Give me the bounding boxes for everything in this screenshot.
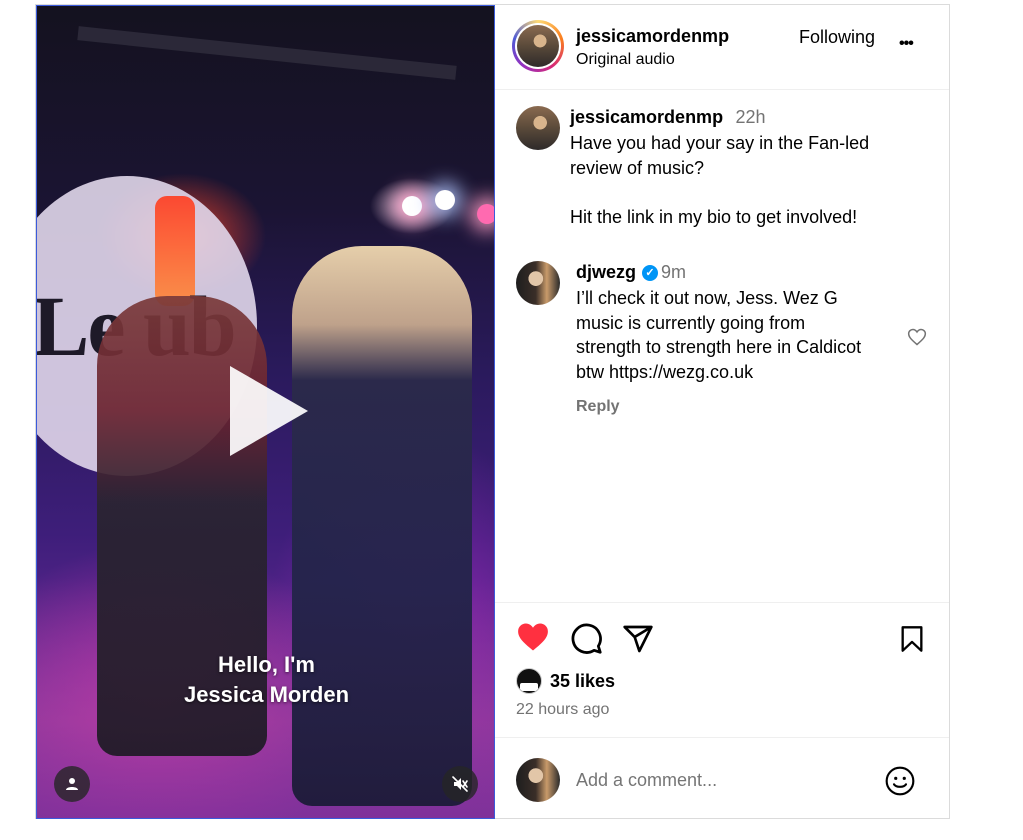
avatar — [517, 25, 559, 67]
stage-light — [402, 196, 422, 216]
comment-line: strength to strength here in Caldicot — [576, 337, 862, 357]
stage-light — [477, 204, 494, 224]
following-button[interactable]: Following — [799, 27, 875, 48]
comment-icon[interactable] — [570, 622, 603, 655]
person-right — [292, 246, 472, 806]
post-actions: 35 likes 22 hours ago — [495, 602, 949, 737]
reply-button[interactable]: Reply — [576, 398, 620, 416]
post-side-panel: jessicamordenmp Original audio Following… — [495, 5, 949, 819]
like-comment-heart-icon[interactable] — [907, 327, 927, 347]
comment-line: I’ll check it out now, Jess. Wez G — [576, 288, 838, 308]
caption-time[interactable]: 22h — [736, 107, 766, 127]
commenter-avatar[interactable] — [516, 261, 560, 305]
reel-video[interactable]: Le ub Hello, I'm Jessica Morden — [36, 5, 495, 819]
comments-area: jessicamordenmp 22h Have you had your sa… — [495, 90, 949, 602]
likes-count[interactable]: 35 likes — [550, 671, 615, 692]
comment-line[interactable]: btw https://wezg.co.uk — [576, 360, 753, 385]
share-icon[interactable] — [622, 623, 654, 655]
comment-time[interactable]: 9m — [661, 262, 686, 282]
comment-line: music is currently going from — [576, 313, 806, 333]
add-comment-bar — [495, 737, 949, 819]
add-comment-input[interactable] — [576, 768, 866, 792]
post-header: jessicamordenmp Original audio Following… — [495, 5, 949, 90]
verified-badge-icon: ✓ — [642, 264, 659, 281]
stage-truss — [77, 26, 457, 80]
bookmark-icon[interactable] — [898, 624, 926, 654]
video-caption-line1: Hello, I'm — [218, 652, 315, 677]
audio-label[interactable]: Original audio — [576, 51, 675, 69]
caption-header: jessicamordenmp 22h — [570, 107, 766, 128]
heart-filled-icon[interactable] — [515, 620, 551, 654]
person-icon — [66, 778, 78, 790]
comment-header: djwezg ✓ 9m — [576, 262, 686, 283]
caption-username[interactable]: jessicamordenmp — [570, 107, 723, 127]
tagged-users-button[interactable] — [54, 766, 90, 802]
caption-line: Hit the link in my bio to get involved! — [570, 207, 858, 227]
more-options-icon[interactable]: ••• — [899, 35, 914, 53]
story-ring[interactable] — [512, 20, 564, 72]
current-user-avatar — [516, 758, 560, 802]
stage-light — [435, 190, 455, 210]
liker-avatar[interactable] — [516, 668, 542, 694]
caption-line: review of music? — [570, 158, 705, 178]
emoji-icon[interactable] — [884, 765, 916, 797]
mute-button[interactable] — [442, 766, 478, 802]
avatar[interactable] — [516, 106, 560, 150]
post-timestamp[interactable]: 22 hours ago — [516, 701, 609, 719]
muted-speaker-icon — [452, 776, 468, 792]
post-dialog: Le ub Hello, I'm Jessica Morden — [35, 4, 950, 819]
video-caption-line2: Jessica Morden — [183, 682, 350, 707]
caption-line: Have you had your say in the Fan-led — [570, 133, 870, 153]
header-username[interactable]: jessicamordenmp — [576, 26, 729, 47]
play-icon[interactable] — [230, 366, 308, 456]
comment-username[interactable]: djwezg — [576, 262, 636, 282]
